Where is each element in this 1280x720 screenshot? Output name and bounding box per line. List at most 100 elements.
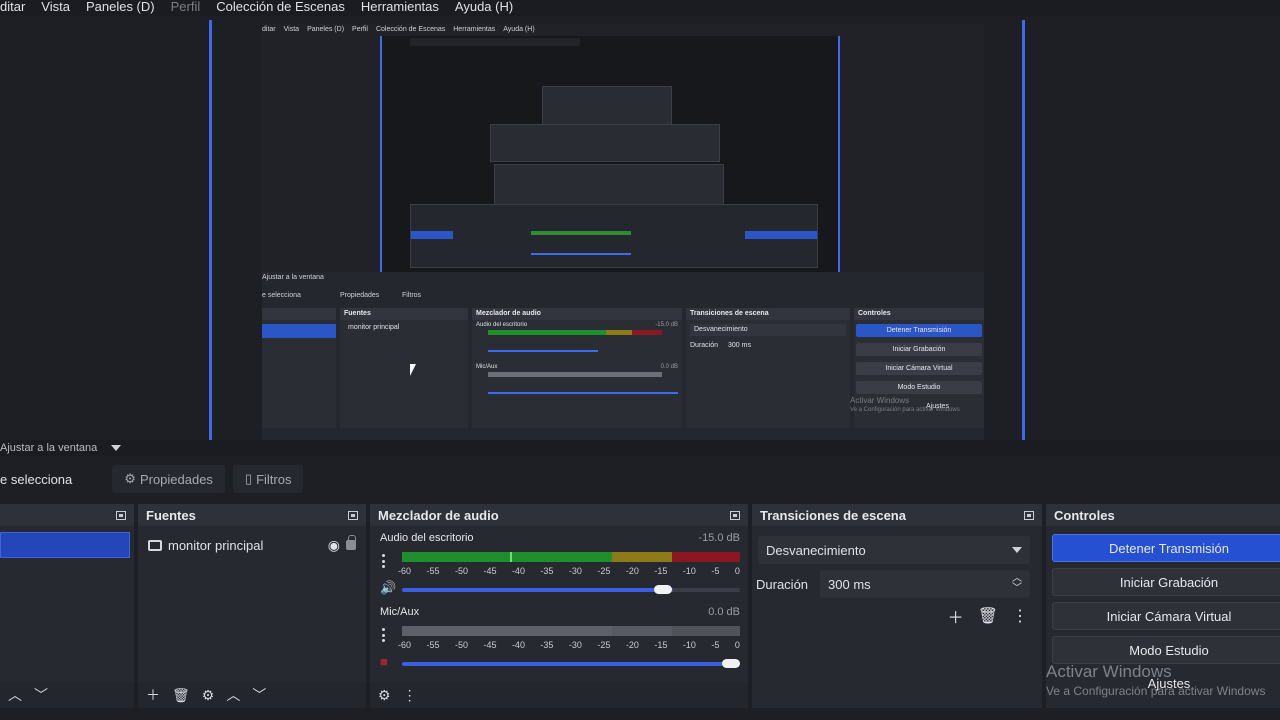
mute-speaker-icon[interactable]: ■ <box>380 654 388 669</box>
preview-canvas[interactable]: ditar Vista Paneles (D) Perfil Colección de … <box>0 16 1280 440</box>
stop-streaming-button[interactable]: Detener Transmisión <box>1052 534 1280 562</box>
menu-item[interactable]: Herramientas <box>361 0 439 16</box>
nested-meter-yellow <box>606 330 632 335</box>
nested-screen-frame <box>490 124 720 162</box>
meter-tick-label: -10 <box>682 566 696 576</box>
meter-ticks: -60 -55 -50 -45 -40 -35 -30 -25 -20 -15 -10 -5 0 <box>398 640 740 652</box>
chevron-up-icon[interactable]: ︿ <box>8 685 22 705</box>
studio-mode-button[interactable]: Modo Estudio <box>1052 636 1280 664</box>
filters-button[interactable]: ▯ Filtros <box>232 465 304 493</box>
menu-item[interactable]: Paneles (D) <box>86 0 155 16</box>
spinner-arrows-icon[interactable]: ︿ ﹀ <box>1012 574 1022 594</box>
fit-to-window-label: Ajustar a la ventana <box>0 442 98 454</box>
source-toolbar: e selecciona ⚙ Propiedades ▯ Filtros <box>0 465 304 493</box>
menu-item[interactable]: Colección de Escenas <box>216 0 345 16</box>
menu-item[interactable]: Perfil <box>171 0 201 16</box>
volume-knob[interactable] <box>654 585 673 594</box>
nested-controls-panel: Controles Detener Transmisión Iniciar Gr… <box>850 308 984 428</box>
duration-value: 300 ms <box>828 576 871 592</box>
meter-yellow <box>611 626 673 636</box>
meter-tick-label: -25 <box>597 566 611 576</box>
duration-label: Duración <box>756 576 809 592</box>
kebab-icon[interactable]: ⋮ <box>1012 606 1028 626</box>
nested-menu-item: Ayuda (H) <box>503 26 535 33</box>
chevron-down-icon[interactable]: ﹀ <box>252 685 266 705</box>
nested-transiciones: Transiciones de escena <box>686 308 850 320</box>
nested-slider-mic <box>488 392 678 394</box>
meter-tick-label: -55 <box>426 640 440 650</box>
start-virtual-camera-button[interactable]: Iniciar Cámara Virtual <box>1052 602 1280 630</box>
scenes-panel-header <box>0 504 134 526</box>
add-icon[interactable]: ＋ <box>146 685 160 705</box>
sources-panel-header: Fuentes <box>138 504 366 526</box>
fit-to-window-dropdown[interactable]: Ajustar a la ventana <box>0 440 122 456</box>
meter-tick-label: -30 <box>568 566 582 576</box>
nested-menu-item: Herramientas <box>453 26 496 33</box>
channel-menu-icon[interactable] <box>382 554 386 568</box>
volume-slider[interactable] <box>402 659 740 668</box>
scene-item-selected[interactable] <box>0 532 130 558</box>
chevron-down-icon <box>111 445 122 451</box>
nested-audio: Audio del escritorio <box>476 322 528 328</box>
gears-icon[interactable]: ⚙ <box>378 687 391 704</box>
channel-menu-icon[interactable] <box>382 628 386 642</box>
eye-icon[interactable]: ◉ <box>328 537 340 554</box>
nested-menu-item: Paneles (D) <box>307 26 345 33</box>
volume-slider[interactable] <box>402 585 740 594</box>
nested-screen-frame <box>542 86 672 126</box>
duration-row: Duración 300 ms ︿ ﹀ <box>756 570 1030 598</box>
watermark-line2: Ve a Configuración para activar Windows <box>1046 684 1266 698</box>
nested-menu: ditar Vista Paneles (D) Perfil Colección de … <box>262 24 984 36</box>
mixer-channel-mic: Mic/Aux 0.0 dB -60 -55 -50 -45 -40 -35 -30 -25-… <box>378 606 740 670</box>
kebab-icon[interactable]: ⋮ <box>403 687 417 704</box>
transitions-panel: Transiciones de escena Desvanecimiento D… <box>752 504 1042 708</box>
nested-grabacion: Iniciar Grabación <box>856 343 982 356</box>
menu-item[interactable]: ditar <box>0 0 25 16</box>
meter-tick-label: -35 <box>540 566 554 576</box>
nested-sources-panel: Fuentes monitor principal <box>340 308 468 428</box>
trash-icon[interactable]: 🗑 <box>978 606 998 626</box>
transition-select[interactable]: Desvanecimiento <box>758 536 1030 564</box>
meter-tick-label: -20 <box>625 566 639 576</box>
nested-ms: 300 ms <box>728 342 751 349</box>
add-icon[interactable]: ＋ <box>948 604 964 628</box>
gear-icon[interactable]: ⚙ <box>202 687 215 704</box>
controls-header: Controles <box>1046 504 1280 526</box>
duration-input[interactable]: 300 ms ︿ ﹀ <box>820 570 1030 598</box>
meter-green <box>402 552 612 562</box>
audio-mixer-panel: Mezclador de audio Audio del escritorio … <box>370 504 748 708</box>
nested-seleccion: e selecciona <box>262 292 301 299</box>
menu-item[interactable]: Vista <box>41 0 70 16</box>
nested-mezclador: Mezclador de audio <box>472 308 682 320</box>
meter-tick-label: -45 <box>483 640 497 650</box>
undock-icon[interactable] <box>1024 510 1034 520</box>
chevron-down-icon[interactable]: ﹀ <box>34 685 48 705</box>
source-item[interactable]: monitor principal ◉ <box>148 534 356 556</box>
properties-button[interactable]: ⚙ Propiedades <box>112 465 225 493</box>
menu-item[interactable]: Ayuda (H) <box>455 0 513 16</box>
lock-icon[interactable] <box>346 535 356 550</box>
chevron-up-icon[interactable]: ︿ <box>226 685 240 705</box>
volume-knob[interactable] <box>722 659 740 668</box>
meter-yellow <box>611 552 673 562</box>
nested-scenes-panel <box>262 308 336 428</box>
undock-icon[interactable] <box>116 510 126 520</box>
transition-value: Desvanecimiento <box>766 542 866 558</box>
meter-green <box>402 626 612 636</box>
undock-icon[interactable] <box>730 510 740 520</box>
trash-icon[interactable]: 🗑 <box>172 687 190 704</box>
nested-transitions-panel: Transiciones de escena Desvanecimiento D… <box>686 308 850 428</box>
meter-tick-label: -60 <box>398 640 412 650</box>
nested-desvanecimiento: Desvanecimiento <box>690 324 846 336</box>
meter-tick-label: -35 <box>540 640 554 650</box>
nested-estudio: Modo Estudio <box>856 381 982 394</box>
meter-tick-label: -45 <box>483 566 497 576</box>
start-recording-button[interactable]: Iniciar Grabación <box>1052 568 1280 596</box>
nested-scene-item <box>262 324 336 338</box>
nested-slider <box>488 350 598 352</box>
meter-tick-label: -30 <box>568 640 582 650</box>
scenes-toolbar: ︿ ﹀ <box>0 682 134 708</box>
undock-icon[interactable] <box>348 510 358 520</box>
nested-propiedades: Propiedades <box>340 292 380 299</box>
speaker-icon[interactable]: 🔊 <box>380 580 396 596</box>
